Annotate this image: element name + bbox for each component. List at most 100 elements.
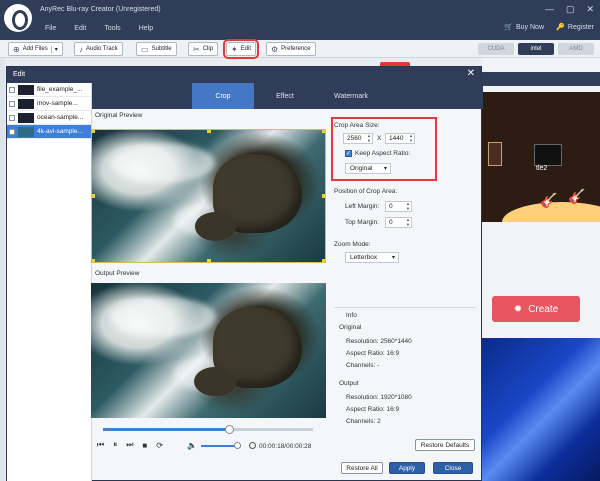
aspect-ratio-select[interactable]: Original ▾ — [345, 163, 391, 174]
title-bar: AnyRec Blu-ray Creator (Unregistered) Fi… — [0, 0, 600, 40]
list-item[interactable]: file_example_... — [7, 83, 91, 97]
checkbox[interactable] — [9, 86, 15, 93]
output-preview — [91, 283, 326, 418]
orig-channels: Channels: - — [346, 362, 380, 369]
stop-icon[interactable]: ■ — [142, 441, 147, 450]
checkbox[interactable] — [9, 100, 15, 107]
spin-arrows-icon[interactable]: ▲ ▼ — [406, 201, 410, 211]
title-label: tle2 — [536, 165, 548, 172]
dialog-title-bar: Edit ✕ — [7, 67, 481, 83]
progress-slider[interactable] — [103, 425, 313, 434]
apply-button[interactable]: Apply — [389, 462, 425, 474]
menu-edit[interactable]: Edit — [74, 25, 86, 32]
add-files-button[interactable]: ⊕ Add Files ▾ — [8, 42, 63, 56]
crop-handle[interactable] — [322, 194, 325, 198]
left-margin-input[interactable]: 0 ▲ ▼ — [385, 201, 412, 212]
player-controls: ⏮ ⏸ ⏭ ■ ⟳ 🔈 00:00:18/00:00:28 — [91, 420, 326, 481]
list-item-selected[interactable]: 4k-avi-sample... — [7, 125, 91, 139]
edit-button[interactable]: ✦ Edit — [222, 39, 260, 59]
close-button[interactable]: Close — [433, 462, 473, 474]
subtitle-button[interactable]: ▭ Subtitle — [136, 42, 177, 56]
tab-effect[interactable]: Effect — [254, 83, 316, 109]
keep-aspect-checkbox[interactable]: ✓ — [345, 150, 352, 157]
crop-handle[interactable] — [207, 259, 211, 262]
original-preview[interactable] — [91, 129, 326, 263]
checkbox[interactable] — [9, 114, 15, 121]
restore-defaults-button[interactable]: Restore Defaults — [415, 439, 475, 451]
clip-button[interactable]: ✂ Clip — [188, 42, 219, 56]
top-margin-input[interactable]: 0 ▲ ▼ — [385, 217, 412, 228]
dropdown-arrow-icon[interactable]: ▾ — [50, 45, 58, 53]
preference-button[interactable]: ⚙ Preference — [266, 42, 316, 56]
close-window-icon[interactable]: ✕ — [586, 4, 594, 15]
restore-all-button[interactable]: Restore All — [341, 462, 383, 474]
preference-label: Preference — [281, 46, 311, 52]
tab-watermark[interactable]: Watermark — [316, 83, 386, 109]
progress-fill — [103, 428, 229, 431]
video-thumbnail — [18, 84, 34, 95]
edit-tabs: Crop Effect Watermark — [92, 83, 483, 109]
file-name: ocean-sample... — [37, 114, 84, 121]
crop-handle[interactable] — [92, 259, 95, 262]
gear-icon: ⚙ — [271, 44, 279, 54]
audio-track-button[interactable]: ♪ Audio Track — [74, 42, 123, 56]
maximize-icon[interactable]: ▢ — [566, 4, 575, 15]
background-dark-strip — [482, 72, 600, 86]
crop-width-input[interactable]: 2560 ▲ ▼ — [343, 133, 373, 144]
zoom-mode-select[interactable]: Letterbox ▾ — [345, 252, 399, 263]
intel-badge: intel — [518, 43, 554, 55]
crop-handle[interactable] — [322, 130, 325, 133]
zoom-mode-label: Zoom Mode: — [334, 241, 371, 248]
chevron-down-icon: ▾ — [391, 255, 395, 261]
spin-arrows-icon[interactable]: ▲ ▼ — [406, 217, 410, 227]
menu-template-preview: tle2 🎸 🎸 — [482, 92, 600, 222]
orig-aspect: Aspect Ratio: 16:9 — [346, 350, 400, 357]
magic-icon: ✦ — [231, 44, 238, 54]
crop-height-input[interactable]: 1440 ▲ ▼ — [385, 133, 415, 144]
list-item[interactable]: mov-sample... — [7, 97, 91, 111]
progress-knob[interactable] — [225, 425, 234, 434]
video-thumbnail — [18, 112, 34, 123]
spin-arrows-icon[interactable]: ▲ ▼ — [409, 133, 413, 143]
skip-back-icon[interactable]: ⏮ — [97, 440, 104, 450]
create-button[interactable]: ✹ Create — [492, 296, 580, 322]
buy-now-button[interactable]: 🛒 Buy Now — [504, 23, 544, 32]
crop-position-label: Position of Crop Area: — [334, 188, 398, 195]
audio-track-label: Audio Track — [86, 46, 118, 52]
keep-aspect-label: Keep Aspect Ratio: — [355, 150, 411, 157]
crop-handle[interactable] — [322, 259, 325, 262]
out-channels: Channels: 2 — [346, 418, 381, 425]
pause-icon[interactable]: ⏸ — [113, 440, 117, 450]
volume-slider[interactable] — [201, 442, 241, 449]
guitar-icon: 🎸 — [540, 192, 558, 208]
menu-tools[interactable]: Tools — [104, 25, 120, 32]
menu-help[interactable]: Help — [139, 25, 153, 32]
register-button[interactable]: 🔑 Register — [556, 23, 594, 32]
info-heading: Info — [346, 312, 357, 319]
volume-icon[interactable]: 🔈 — [187, 441, 197, 450]
close-icon[interactable]: ✕ — [467, 68, 475, 79]
guitar-icon-2: 🎸 — [568, 188, 586, 204]
crop-handle[interactable] — [207, 130, 211, 133]
background-panel — [0, 58, 5, 481]
menu-file[interactable]: File — [45, 25, 56, 32]
crop-handle[interactable] — [92, 130, 95, 133]
list-item[interactable]: ocean-sample... — [7, 111, 91, 125]
checkbox[interactable] — [9, 128, 15, 135]
minimize-icon[interactable]: — — [545, 4, 554, 15]
fast-forward-icon[interactable]: ⏭ — [126, 440, 133, 450]
scissors-icon: ✂ — [193, 44, 200, 54]
buy-now-label: Buy Now — [515, 23, 544, 31]
app-title: AnyRec Blu-ray Creator (Unregistered) — [40, 6, 161, 13]
left-margin-value: 0 — [389, 203, 393, 210]
crop-handle[interactable] — [92, 194, 95, 198]
out-resolution: Resolution: 1920*1080 — [346, 394, 412, 401]
aspect-ratio-value: Original — [350, 165, 373, 172]
timecode: 00:00:18/00:00:28 — [259, 443, 312, 450]
cuda-badge: CUDA — [478, 43, 514, 55]
volume-knob[interactable] — [234, 442, 241, 449]
spin-arrows-icon[interactable]: ▲ ▼ — [367, 133, 371, 143]
out-aspect: Aspect Ratio: 16:9 — [346, 406, 400, 413]
loop-icon[interactable]: ⟳ — [156, 441, 163, 450]
tab-crop[interactable]: Crop — [192, 83, 254, 109]
